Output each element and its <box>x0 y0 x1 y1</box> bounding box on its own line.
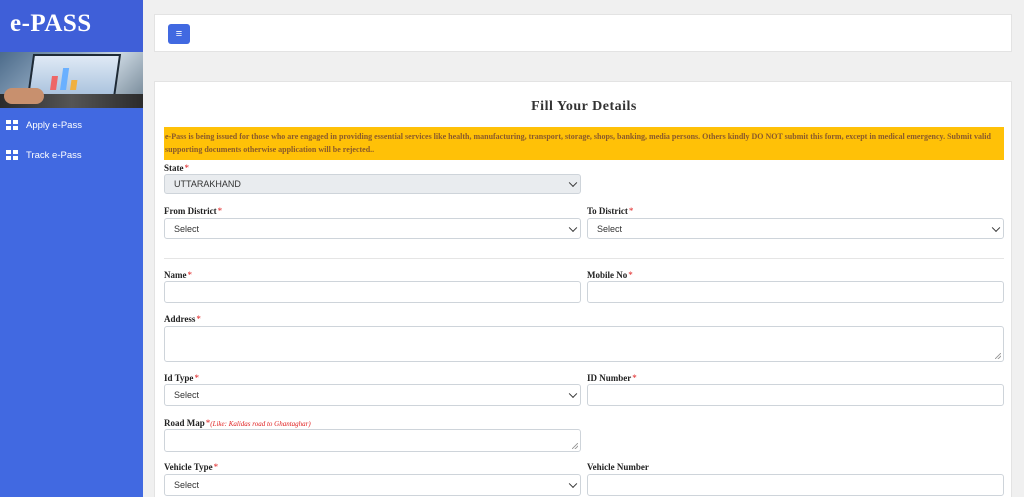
name-input[interactable] <box>164 281 581 303</box>
sidebar: e-PASS Apply e-Pass Track e-Pass <box>0 0 143 497</box>
chevron-down-icon <box>568 178 578 188</box>
chevron-down-icon <box>991 223 1001 232</box>
address-label: Address* <box>164 314 201 324</box>
resize-handle-icon[interactable] <box>995 353 1001 359</box>
top-bar: ≡ <box>154 14 1012 52</box>
to-district-select[interactable]: Select <box>587 218 1004 239</box>
grid-icon <box>6 149 18 161</box>
road-map-label: Road Map*(Like: Kalidas road to Ghantagh… <box>164 418 311 428</box>
notice-banner: e-Pass is being issued for those who are… <box>164 127 1004 160</box>
vehicle-type-label: Vehicle Type* <box>164 462 219 472</box>
sidebar-item-label: Track e-Pass <box>26 149 82 161</box>
address-textarea[interactable] <box>164 326 1004 362</box>
form-card: Fill Your Details e-Pass is being issued… <box>154 81 1012 497</box>
id-type-label: Id Type* <box>164 373 199 383</box>
resize-handle-icon[interactable] <box>572 443 578 449</box>
name-label: Name* <box>164 270 192 280</box>
chevron-down-icon <box>568 223 578 232</box>
mobile-label: Mobile No* <box>587 270 633 280</box>
from-district-select[interactable]: Select <box>164 218 581 239</box>
road-map-hint: (Like: Kalidas road to Ghantaghar) <box>210 420 311 428</box>
vehicle-number-input[interactable] <box>587 474 1004 496</box>
mobile-input[interactable] <box>587 281 1004 303</box>
sidebar-item-label: Apply e-Pass <box>26 119 82 131</box>
brand-logo: e-PASS <box>0 0 143 52</box>
id-type-select[interactable]: Select <box>164 384 581 406</box>
vehicle-number-label: Vehicle Number <box>587 462 649 472</box>
hamburger-icon[interactable]: ≡ <box>168 24 190 44</box>
sidebar-item-track-epass[interactable]: Track e-Pass <box>0 140 143 170</box>
state-label: State* <box>164 163 189 173</box>
vehicle-type-select[interactable]: Select <box>164 474 581 496</box>
id-number-input[interactable] <box>587 384 1004 406</box>
id-number-label: ID Number* <box>587 373 637 383</box>
sidebar-item-apply-epass[interactable]: Apply e-Pass <box>0 110 143 140</box>
road-map-textarea[interactable] <box>164 429 581 452</box>
chevron-down-icon <box>568 389 578 399</box>
to-district-label: To District* <box>587 206 634 216</box>
chevron-down-icon <box>568 479 578 489</box>
from-district-label: From District* <box>164 206 223 216</box>
divider <box>164 258 1004 259</box>
state-select[interactable]: UTTARAKHAND <box>164 174 581 194</box>
form-title: Fill Your Details <box>531 99 637 114</box>
sidebar-banner-image <box>0 52 143 108</box>
grid-icon <box>6 119 18 131</box>
